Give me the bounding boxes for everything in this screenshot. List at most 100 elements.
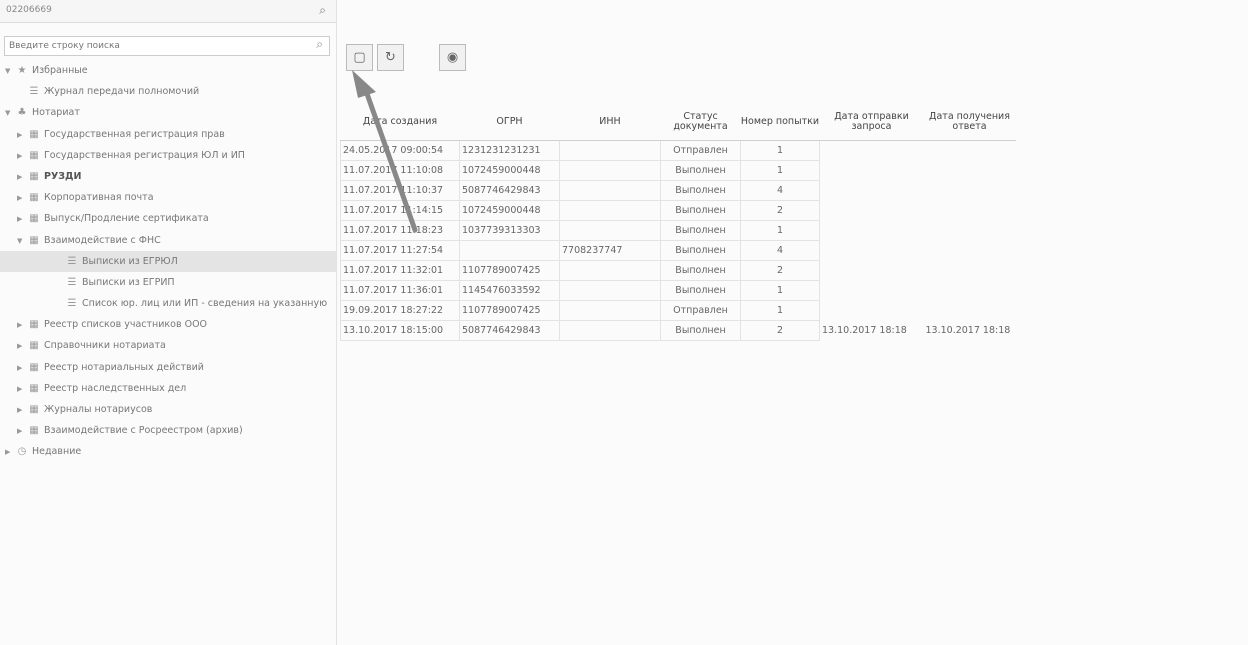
- search-icon[interactable]: ⌕: [319, 3, 326, 18]
- tree-node[interactable]: ▶ ▦ Реестр наследственных дел: [0, 378, 336, 399]
- tree-node-label: Реестр списков участников ООО: [44, 319, 208, 331]
- tree-node[interactable]: ▶ ▦ Государственная регистрация ЮЛ и ИП: [0, 145, 336, 166]
- tree-node[interactable]: ▶ ▦ Корпоративная почта: [0, 187, 336, 208]
- table-row[interactable]: 19.09.2017 18:27:22 1107789007425 Отправле…: [340, 300, 1016, 321]
- tree-node[interactable]: ☰ Выписки из ЕГРЮЛ: [0, 250, 336, 272]
- tree-node[interactable]: ▶ ▦ Журналы нотариусов: [0, 399, 336, 420]
- settings-icon: ◉: [446, 50, 459, 65]
- requests-table: Дата создания ОГРН ИНН Статус документа …: [340, 104, 1016, 341]
- tree-node-label: Взаимодействие с Росреестром (архив): [44, 425, 243, 437]
- table-row[interactable]: 24.05.2017 09:00:54 1231231231231 Отправле…: [340, 140, 1016, 161]
- table-cell: Выполнен: [660, 180, 741, 201]
- table-row[interactable]: 11.07.2017 11:27:54 7708237747 Выполнен 4: [340, 240, 1016, 261]
- table-row[interactable]: 11.07.2017 11:18:23 1037739313303 Выполнен…: [340, 220, 1016, 241]
- table-cell: [559, 160, 661, 181]
- expand-arrow-icon[interactable]: ▶: [5, 442, 15, 463]
- refresh-icon: ↻: [385, 50, 396, 65]
- tree-node[interactable]: ▶ ▦ Справочники нотариата: [0, 335, 336, 356]
- folder-icon: ▦: [29, 382, 39, 394]
- table-cell: Выполнен: [660, 200, 741, 221]
- column-header-status[interactable]: Статус документа: [660, 104, 741, 141]
- table-cell: Отправлен: [660, 300, 741, 321]
- table-cell: [924, 181, 1016, 201]
- table-cell: 5087746429843: [459, 320, 560, 341]
- expand-arrow-icon[interactable]: ▼: [5, 103, 15, 124]
- new-request-button[interactable]: ▢: [346, 44, 373, 71]
- folder-icon: ☰: [67, 255, 77, 267]
- expand-arrow-icon[interactable]: ▶: [17, 336, 27, 357]
- expand-arrow-icon[interactable]: ▶: [17, 188, 27, 209]
- tree-node-label: Реестр нотариальных действий: [44, 361, 204, 373]
- magnifier-icon[interactable]: ⌕: [316, 37, 323, 52]
- table-cell: 1072459000448: [459, 200, 560, 221]
- table-cell: Выполнен: [660, 240, 741, 261]
- table-cell: [820, 241, 924, 261]
- folder-icon: ▦: [29, 361, 39, 373]
- tree-node[interactable]: ▼ ★ Избранные: [0, 60, 336, 81]
- tree-node[interactable]: ▶ ▦ Государственная регистрация прав: [0, 124, 336, 145]
- table-cell: [924, 241, 1016, 261]
- tree-node[interactable]: ☰ Журнал передачи полномочий: [0, 81, 336, 102]
- column-header-sent[interactable]: Дата отправки запроса: [819, 104, 924, 141]
- refresh-button[interactable]: ↻: [377, 44, 404, 71]
- tree-search-input[interactable]: [5, 37, 303, 55]
- tree-node[interactable]: ☰ Список юр. лиц или ИП - сведения на ука…: [0, 293, 336, 314]
- tree-node-label: Список юр. лиц или ИП - сведения на указ…: [82, 298, 328, 310]
- column-header-inn[interactable]: ИНН: [559, 104, 661, 141]
- table-cell: 1072459000448: [459, 160, 560, 181]
- expand-arrow-icon[interactable]: ▼: [17, 231, 27, 252]
- expand-arrow-icon[interactable]: ▶: [17, 379, 27, 400]
- expand-arrow-icon[interactable]: ▶: [17, 315, 27, 336]
- table-row[interactable]: 13.10.2017 18:15:00 5087746429843 Выполнен…: [340, 320, 1016, 341]
- tree-node[interactable]: ▶ ▦ Реестр списков участников ООО: [0, 314, 336, 335]
- table-cell: [820, 201, 924, 221]
- tree-node[interactable]: ▶ ◷ Недавние: [0, 441, 336, 462]
- tree-node[interactable]: ▼ ▦ Взаимодействие с ФНС: [0, 230, 336, 251]
- column-header-attempt[interactable]: Номер попытки: [740, 104, 820, 141]
- tree-node[interactable]: ▶ ▦ Реестр нотариальных действий: [0, 357, 336, 378]
- tree-node-label: Недавние: [32, 446, 82, 458]
- table-cell: 13.10.2017 18:18: [822, 325, 907, 336]
- column-header-received[interactable]: Дата получения ответа: [923, 104, 1016, 141]
- folder-icon: ▦: [29, 149, 39, 161]
- table-cell: 1: [740, 160, 820, 181]
- table-cell: [559, 320, 661, 341]
- table-row[interactable]: 11.07.2017 11:10:08 1072459000448 Выполнен…: [340, 160, 1016, 181]
- tree-node[interactable]: ▼ ♣ Нотариат: [0, 102, 336, 123]
- table-row[interactable]: 11.07.2017 11:36:01 1145476033592 Выполнен…: [340, 280, 1016, 301]
- folder-icon: ☰: [67, 298, 77, 310]
- table-cell: [924, 301, 1016, 321]
- column-header-created[interactable]: Дата создания: [340, 104, 460, 141]
- table-row[interactable]: 11.07.2017 11:32:01 1107789007425 Выполнен…: [340, 260, 1016, 281]
- settings-button[interactable]: ◉: [439, 44, 466, 71]
- table-cell: 1: [740, 140, 820, 161]
- expand-arrow-icon[interactable]: ▶: [17, 358, 27, 379]
- tree-node[interactable]: ▶ ▦ Взаимодействие с Росреестром (архив): [0, 420, 336, 441]
- expand-arrow-icon[interactable]: ▶: [17, 146, 27, 167]
- table-row[interactable]: 11.07.2017 11:14:15 1072459000448 Выполнен…: [340, 200, 1016, 221]
- table-cell: [924, 261, 1016, 281]
- tree-node[interactable]: ▶ ▦ РУЗДИ: [0, 166, 336, 187]
- expand-arrow-icon[interactable]: ▶: [17, 209, 27, 230]
- tree-node[interactable]: ▶ ▦ Выпуск/Продление сертификата: [0, 208, 336, 229]
- table-row[interactable]: 11.07.2017 11:10:37 5087746429843 Выполнен…: [340, 180, 1016, 201]
- column-header-ogrn[interactable]: ОГРН: [459, 104, 560, 141]
- sidebar-header: 02206669 ⌕: [0, 0, 336, 23]
- table-cell: 1: [740, 280, 820, 301]
- expand-arrow-icon[interactable]: ▶: [17, 125, 27, 146]
- table-cell: 1231231231231: [459, 140, 560, 161]
- navigation-tree: ▼ ★ Избранные ☰ Журнал передачи полномочий ▼ ♣…: [0, 60, 336, 463]
- table-cell: [820, 161, 924, 181]
- tree-node-label: Выписки из ЕГРЮЛ: [82, 255, 178, 267]
- expand-arrow-icon[interactable]: ▶: [17, 400, 27, 421]
- expand-arrow-icon[interactable]: ▶: [17, 167, 27, 188]
- expand-arrow-icon[interactable]: ▼: [5, 61, 15, 82]
- new-document-icon: ▢: [353, 50, 366, 65]
- tree-node[interactable]: ☰ Выписки из ЕГРИП: [0, 272, 336, 293]
- table-cell: [924, 161, 1016, 181]
- expand-arrow-icon[interactable]: ▶: [17, 421, 27, 442]
- table-cell: Выполнен: [660, 280, 741, 301]
- folder-icon: ▦: [29, 404, 39, 415]
- table-cell: Выполнен: [660, 220, 741, 241]
